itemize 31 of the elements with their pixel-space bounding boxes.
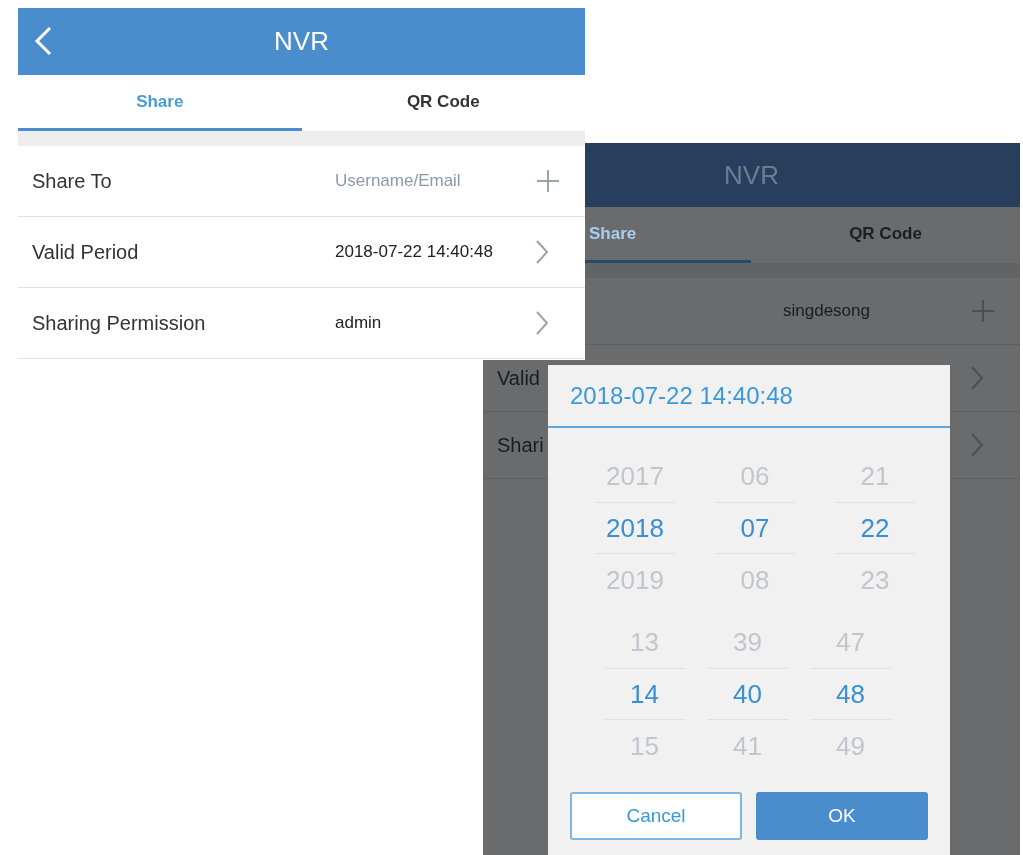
picker-option[interactable]: 40 — [707, 668, 788, 720]
picker-option[interactable]: 14 — [604, 668, 685, 720]
row-label: Sharing Permission — [32, 311, 206, 334]
picker-option[interactable]: 22 — [835, 502, 915, 554]
add-button[interactable] — [535, 168, 561, 194]
screen-title: NVR — [724, 159, 779, 191]
picker-option[interactable]: 2018 — [595, 502, 675, 554]
chevron-right-icon[interactable] — [535, 310, 549, 336]
tab[interactable]: QR Code — [301, 75, 585, 131]
ok-button[interactable]: OK — [756, 792, 928, 840]
chevron-right-icon[interactable] — [535, 239, 549, 265]
back-icon[interactable] — [34, 26, 52, 56]
add-button[interactable] — [970, 298, 996, 324]
plus-icon — [535, 168, 561, 194]
cancel-button[interactable]: Cancel — [570, 792, 742, 840]
plus-icon — [970, 298, 996, 324]
row-value: admin — [335, 313, 382, 332]
dialog-title: 2018-07-22 14:40:48 — [570, 381, 793, 410]
row-value: 2018-07-22 14:40:48 — [335, 242, 493, 261]
row-label: Valid — [497, 366, 540, 389]
chevron-right-icon[interactable] — [970, 432, 984, 458]
tab[interactable]: QR Code — [751, 207, 1020, 263]
row-label: Valid Period — [32, 240, 139, 263]
picker-option[interactable]: 07 — [715, 502, 795, 554]
screen-title: NVR — [274, 26, 329, 57]
row-value: singdesong — [783, 301, 870, 320]
row-label: Shari — [497, 433, 544, 456]
picker-option[interactable]: 48 — [810, 668, 891, 720]
chevron-right-icon[interactable] — [970, 365, 984, 391]
input-field[interactable]: Username/Email — [335, 171, 461, 190]
row-label: Share To — [32, 169, 112, 192]
